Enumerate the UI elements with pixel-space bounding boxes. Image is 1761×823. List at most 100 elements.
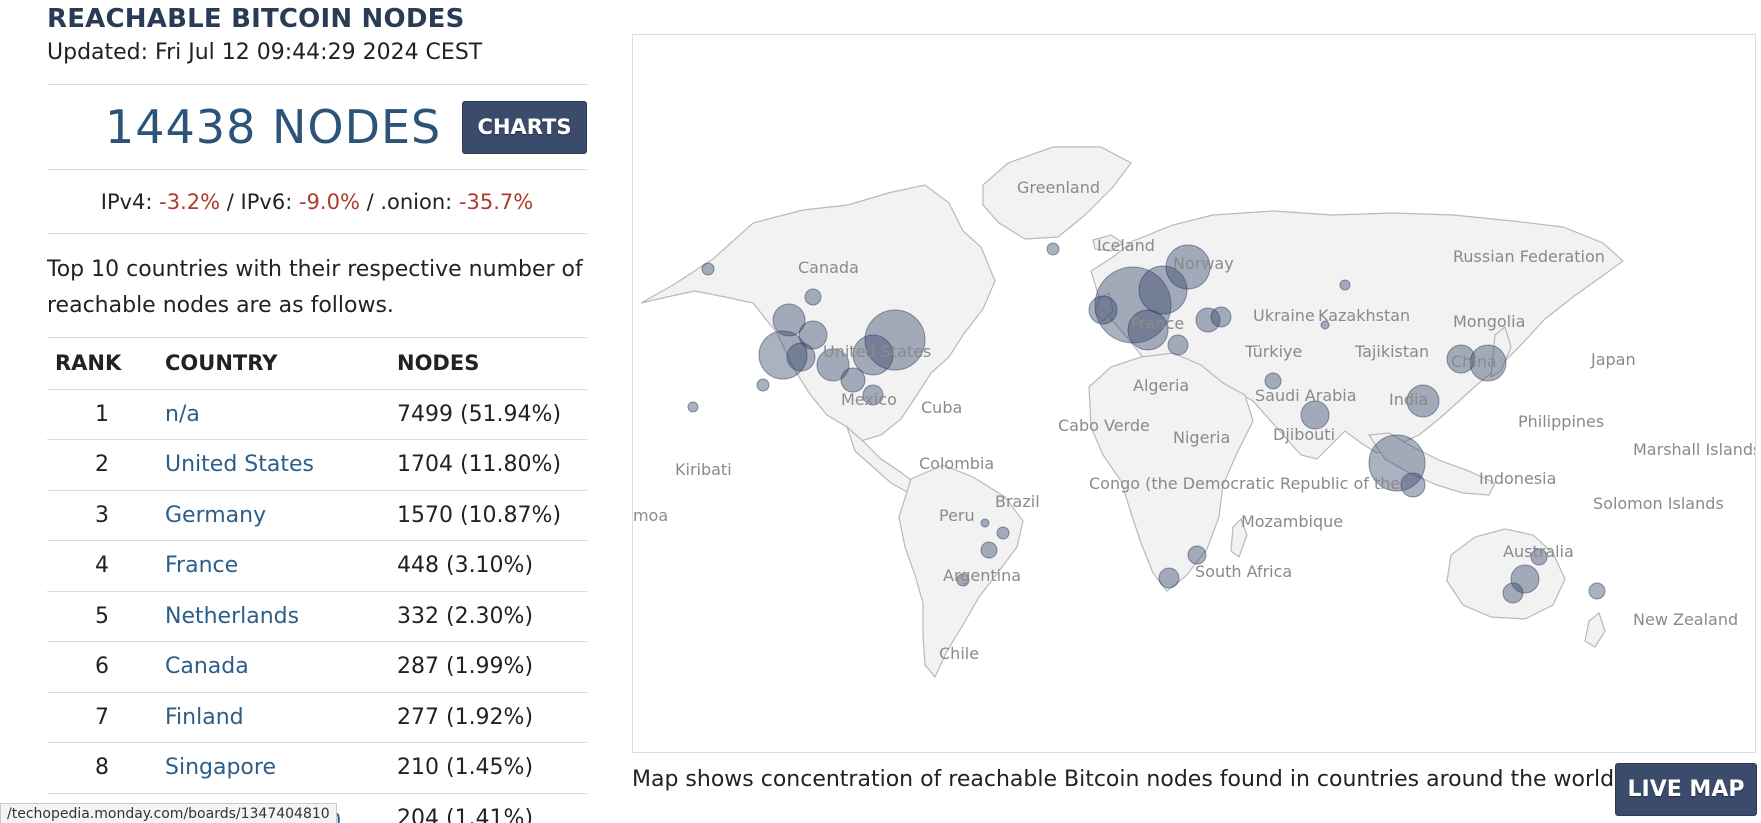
map-label-greenland: Greenland (1017, 178, 1100, 197)
ipv6-label: / IPv6: (226, 190, 293, 214)
onion-change: -35.7% (458, 190, 534, 214)
divider (47, 169, 587, 170)
node-bubble (1339, 279, 1351, 291)
nodes-cell: 448 (3.10%) (389, 540, 587, 592)
world-map[interactable]: Greenland Iceland Canada Norway Russian … (632, 34, 1756, 753)
node-bubble (1167, 334, 1189, 356)
node-bubble (996, 526, 1010, 540)
map-label-philippines: Philippines (1518, 412, 1604, 431)
node-bubble (1502, 582, 1524, 604)
country-link[interactable]: n/a (157, 389, 389, 440)
node-bubble (980, 518, 990, 528)
map-caption: Map shows concentration of reachable Bit… (632, 767, 1622, 792)
node-bubble (804, 288, 822, 306)
nodes-cell: 332 (2.30%) (389, 591, 587, 642)
node-bubble (1588, 582, 1606, 600)
node-bubble (756, 378, 770, 392)
live-map-button[interactable]: LIVE MAP (1615, 763, 1757, 816)
country-link[interactable]: Singapore (157, 742, 389, 794)
map-label-turkiye: Türkiye (1244, 342, 1302, 361)
page-title: REACHABLE BITCOIN NODES (47, 4, 465, 34)
country-link[interactable]: Netherlands (157, 591, 389, 642)
browser-status-url: /techopedia.monday.com/boards/1347404810 (0, 803, 337, 823)
map-label-kazakhstan: Kazakhstan (1318, 306, 1410, 325)
node-bubble (840, 367, 866, 393)
node-bubble (1088, 295, 1118, 325)
table-row: 7 Finland 277 (1.92%) (47, 692, 587, 743)
nodes-count: 14438 NODES (105, 100, 442, 154)
rank-cell: 4 (47, 540, 157, 592)
intro-text: Top 10 countries with their respective n… (47, 257, 583, 318)
map-label-chile: Chile (939, 644, 979, 663)
land-new-zealand (1584, 611, 1606, 648)
map-label-solomon-islands: Solomon Islands (1593, 494, 1724, 513)
nodes-cell: 287 (1.99%) (389, 641, 587, 693)
nodes-cell: 1704 (11.80%) (389, 439, 587, 491)
map-label-saudi-arabia: Saudi Arabia (1255, 386, 1357, 405)
map-label-indonesia: Indonesia (1479, 469, 1556, 488)
country-link[interactable]: Canada (157, 641, 389, 693)
map-label-samoa: Samoa (633, 506, 668, 525)
map-label-mongolia: Mongolia (1453, 312, 1525, 331)
node-bubble (1046, 242, 1060, 256)
country-link[interactable]: United States (157, 439, 389, 491)
country-link[interactable]: France (157, 540, 389, 592)
charts-button[interactable]: CHARTS (462, 101, 587, 154)
node-bubble (687, 401, 699, 413)
land-masses (640, 146, 1624, 679)
map-label-ukraine: Ukraine (1253, 306, 1315, 325)
nodes-cell: 1570 (10.87%) (389, 490, 587, 541)
rank-cell: 1 (47, 389, 157, 440)
table-row: 1 n/a 7499 (51.94%) (47, 389, 587, 440)
map-label-algeria: Algeria (1133, 376, 1189, 395)
map-label-australia: Australia (1503, 542, 1574, 561)
rank-cell: 3 (47, 490, 157, 541)
table-row: 3 Germany 1570 (10.87%) (47, 490, 587, 541)
map-label-france: France (1131, 314, 1184, 333)
table-row: 2 United States 1704 (11.80%) (47, 439, 587, 491)
divider (47, 84, 587, 85)
top-countries-table: RANK COUNTRY NODES 1 n/a 7499 (51.94%) 2… (47, 337, 587, 823)
nodes-cell: 7499 (51.94%) (389, 389, 587, 440)
map-label-brazil: Brazil (995, 492, 1040, 511)
map-label-kiribati: Kiribati (675, 460, 732, 479)
map-label-marshall-islands: Marshall Islands (1633, 440, 1756, 459)
rank-header: RANK (47, 337, 157, 390)
map-label-djibouti: Djibouti (1273, 425, 1335, 444)
map-label-china: China (1451, 352, 1497, 371)
rank-cell: 8 (47, 742, 157, 794)
nodes-cell: 210 (1.45%) (389, 742, 587, 794)
table-row: 8 Singapore 210 (1.45%) (47, 742, 587, 794)
map-label-congo: Congo (the Democratic Republic of the) (1089, 474, 1407, 493)
country-link[interactable]: Finland (157, 692, 389, 743)
ipv4-label: IPv4: (100, 190, 153, 214)
map-label-japan: Japan (1590, 350, 1636, 369)
map-label-argentina: Argentina (943, 566, 1021, 585)
map-label-cabo-verde: Cabo Verde (1058, 416, 1150, 435)
table-header-row: RANK COUNTRY NODES (47, 337, 587, 390)
nodes-header: NODES (389, 337, 587, 390)
country-link[interactable]: Germany (157, 490, 389, 541)
map-label-cuba: Cuba (921, 398, 962, 417)
table-row: 4 France 448 (3.10%) (47, 540, 587, 592)
map-label-colombia: Colombia (919, 454, 994, 473)
map-label-iceland: Iceland (1097, 236, 1155, 255)
map-label-united-states: United States (823, 342, 931, 361)
map-label-canada: Canada (798, 258, 859, 277)
updated-timestamp: Updated: Fri Jul 12 09:44:29 2024 CEST (47, 40, 483, 65)
rank-cell: 5 (47, 591, 157, 642)
map-label-russia: Russian Federation (1453, 247, 1605, 266)
ip-stats: IPv4: -3.2% / IPv6: -9.0% / .onion: -35.… (47, 190, 587, 214)
nodes-cell: 277 (1.92%) (389, 692, 587, 743)
map-label-mozambique: Mozambique (1241, 512, 1343, 531)
node-bubble (980, 541, 998, 559)
map-label-tajikistan: Tajikistan (1354, 342, 1429, 361)
rank-cell: 6 (47, 641, 157, 693)
ipv4-change: -3.2% (159, 190, 221, 214)
land-central-america (845, 425, 916, 494)
ipv6-change: -9.0% (298, 190, 360, 214)
rank-cell: 2 (47, 439, 157, 491)
map-label-south-africa: South Africa (1195, 562, 1292, 581)
map-label-new-zealand: New Zealand (1633, 610, 1738, 629)
node-bubble (1158, 567, 1180, 589)
